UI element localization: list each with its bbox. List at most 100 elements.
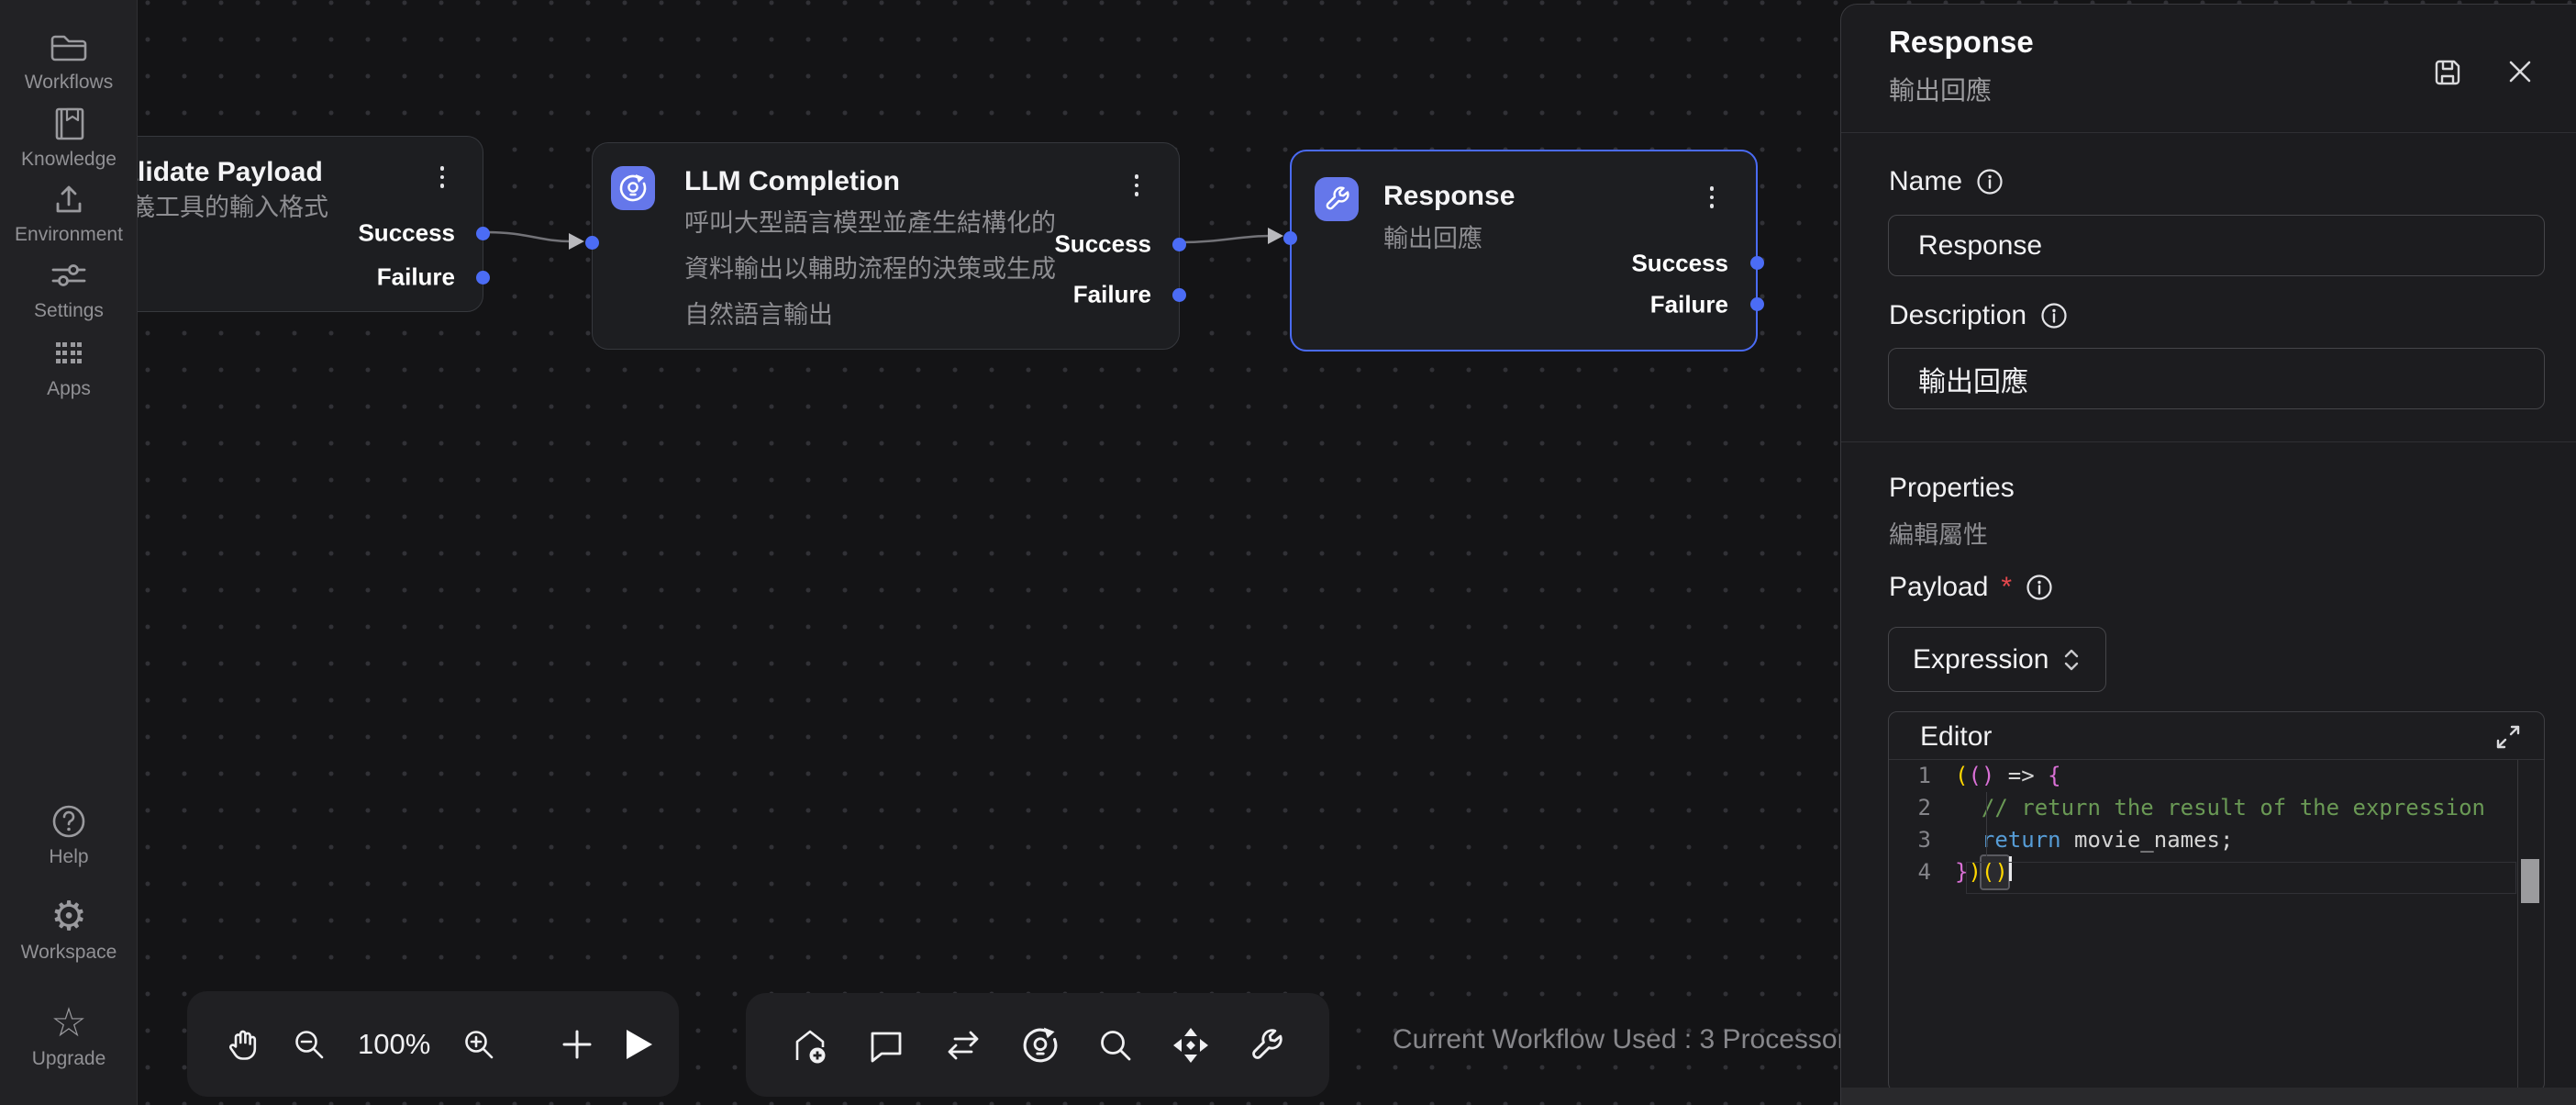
chevron-up-down-icon	[2061, 647, 2082, 673]
sidebar-item-workspace[interactable]: ⚙ Workspace	[0, 896, 138, 964]
name-input[interactable]	[1888, 215, 2545, 276]
indent-guide	[1986, 792, 1987, 856]
llm-cycle-bulb-icon[interactable]	[1020, 1025, 1060, 1066]
panel-subtitle: 輸出回應	[1889, 71, 1992, 107]
panel-header: Response 輸出回應	[1841, 5, 2576, 132]
sliders-icon	[0, 254, 138, 296]
run-play-icon[interactable]	[627, 1030, 652, 1059]
wrench-icon	[1315, 177, 1359, 221]
close-icon[interactable]	[2504, 56, 2536, 87]
required-asterisk: *	[2001, 572, 2012, 603]
sidebar-item-label: Environment	[0, 224, 138, 246]
payload-field-label: Payload *	[1889, 572, 2054, 603]
node-subtitle: 定義工具的輸入格式	[105, 184, 328, 230]
sidebar-item-label: Upgrade	[0, 1048, 138, 1070]
sidebar-item-label: Workspace	[0, 942, 138, 964]
llm-cycle-bulb-icon	[611, 166, 655, 210]
sidebar-item-apps[interactable]: Apps	[0, 332, 138, 400]
info-icon[interactable]	[2025, 573, 2054, 602]
code-line[interactable]: 1(() => {	[1889, 760, 2544, 792]
sidebar-item-settings[interactable]: Settings	[0, 254, 138, 322]
info-icon[interactable]	[1975, 167, 2004, 196]
editor-header: Editor	[1889, 712, 2544, 760]
port-failure-out[interactable]	[476, 271, 490, 285]
scrollbar-thumb[interactable]	[2521, 859, 2539, 903]
panel-bottom-scrollbar[interactable]	[1841, 1088, 2576, 1105]
node-title: Response	[1383, 181, 1515, 212]
node-llm-completion[interactable]: LLM Completion 呼叫大型語言模型並產生結構化的資料輸出以輔助流程的…	[592, 142, 1180, 350]
sidebar-item-label: Knowledge	[0, 149, 138, 171]
plugin-diamond-icon[interactable]	[1171, 1025, 1211, 1066]
save-icon[interactable]	[2431, 56, 2464, 89]
port-label-failure: Failure	[1073, 281, 1151, 309]
code-line[interactable]: 2 // return the result of the expression	[1889, 792, 2544, 824]
sidebar-item-help[interactable]: Help	[0, 800, 138, 868]
node-menu-button[interactable]	[1131, 171, 1143, 200]
add-node-icon[interactable]	[790, 1025, 830, 1066]
editor-title: Editor	[1920, 721, 1992, 753]
sidebar-item-upgrade[interactable]: ☆ Upgrade	[0, 1002, 138, 1070]
pan-hand-icon[interactable]	[224, 1026, 261, 1063]
properties-section-subtitle: 編輯屬性	[1889, 515, 1988, 551]
sidebar-item-label: Workflows	[0, 72, 138, 94]
port-failure-out[interactable]	[1172, 288, 1186, 302]
panel-title: Response	[1889, 25, 2034, 60]
node-subtitle: 輸出回應	[1383, 216, 1482, 262]
sidebar-item-label: Help	[0, 846, 138, 868]
info-icon[interactable]	[2039, 301, 2069, 330]
payload-type-select[interactable]: Expression	[1888, 627, 2106, 692]
sidebar-item-label: Apps	[0, 378, 138, 400]
port-label-success: Success	[358, 219, 455, 248]
workflow-usage-status: Current Workflow Used : 3 Processors	[1393, 1024, 1906, 1055]
code-line[interactable]: 4})()	[1889, 856, 2544, 888]
node-response[interactable]: Response 輸出回應 Success Failure	[1290, 150, 1758, 352]
port-success-out[interactable]	[1172, 238, 1186, 251]
sidebar-item-workflows[interactable]: Workflows	[0, 26, 138, 94]
zoom-level[interactable]: 100%	[358, 1028, 430, 1061]
star-icon: ☆	[0, 1002, 138, 1044]
zoom-in-icon[interactable]	[461, 1027, 496, 1062]
port-label-success: Success	[1631, 250, 1728, 278]
app-sidebar: Workflows Knowledge Environment	[0, 0, 138, 1105]
swap-arrows-icon[interactable]	[942, 1024, 984, 1066]
node-menu-button[interactable]	[437, 162, 449, 192]
description-input[interactable]	[1888, 348, 2545, 409]
folder-icon	[0, 26, 138, 68]
port-success-out[interactable]	[476, 227, 490, 240]
apps-grid-icon	[0, 332, 138, 374]
node-subtitle: 呼叫大型語言模型並產生結構化的資料輸出以輔助流程的決策或生成自然語言輸出	[684, 200, 1066, 338]
code-line[interactable]: 3 return movie_names;	[1889, 824, 2544, 856]
question-circle-icon	[0, 800, 138, 843]
canvas-zoom-toolbar: 100%	[187, 991, 679, 1097]
search-icon[interactable]	[1096, 1026, 1135, 1065]
expression-editor: Editor 1(() => {2 // return the result o…	[1888, 711, 2545, 1092]
comment-icon[interactable]	[866, 1025, 906, 1066]
upload-icon	[0, 178, 138, 220]
sidebar-item-environment[interactable]: Environment	[0, 178, 138, 246]
tools-wrench-icon[interactable]	[1247, 1026, 1285, 1065]
zoom-out-icon[interactable]	[292, 1027, 327, 1062]
description-field-label: Description	[1889, 300, 2069, 331]
canvas-tools-toolbar	[746, 993, 1329, 1097]
port-label-failure: Failure	[1650, 291, 1728, 319]
node-menu-button[interactable]	[1706, 183, 1718, 212]
editor-scrollbar[interactable]	[2517, 760, 2544, 1092]
name-field-label: Name	[1889, 166, 2004, 197]
add-icon[interactable]	[559, 1026, 595, 1063]
port-success-out[interactable]	[1750, 256, 1764, 270]
port-input[interactable]	[1283, 231, 1297, 245]
properties-section-title: Properties	[1889, 473, 2015, 504]
expand-icon[interactable]	[2494, 723, 2522, 751]
port-label-failure: Failure	[377, 263, 455, 292]
sidebar-item-knowledge[interactable]: Knowledge	[0, 103, 138, 171]
node-config-panel: Response 輸出回應 Name	[1840, 4, 2576, 1105]
port-input[interactable]	[585, 236, 599, 250]
sidebar-item-label: Settings	[0, 300, 138, 322]
node-title: LLM Completion	[684, 166, 900, 197]
port-failure-out[interactable]	[1750, 297, 1764, 311]
gear-icon: ⚙	[0, 896, 138, 938]
workflow-editor-app: Validate Payload 定義工具的輸入格式 Success Failu…	[0, 0, 2576, 1105]
code-area[interactable]: 1(() => {2 // return the result of the e…	[1889, 760, 2544, 1092]
node-title: Validate Payload	[105, 157, 323, 188]
text-cursor	[2009, 856, 2012, 881]
